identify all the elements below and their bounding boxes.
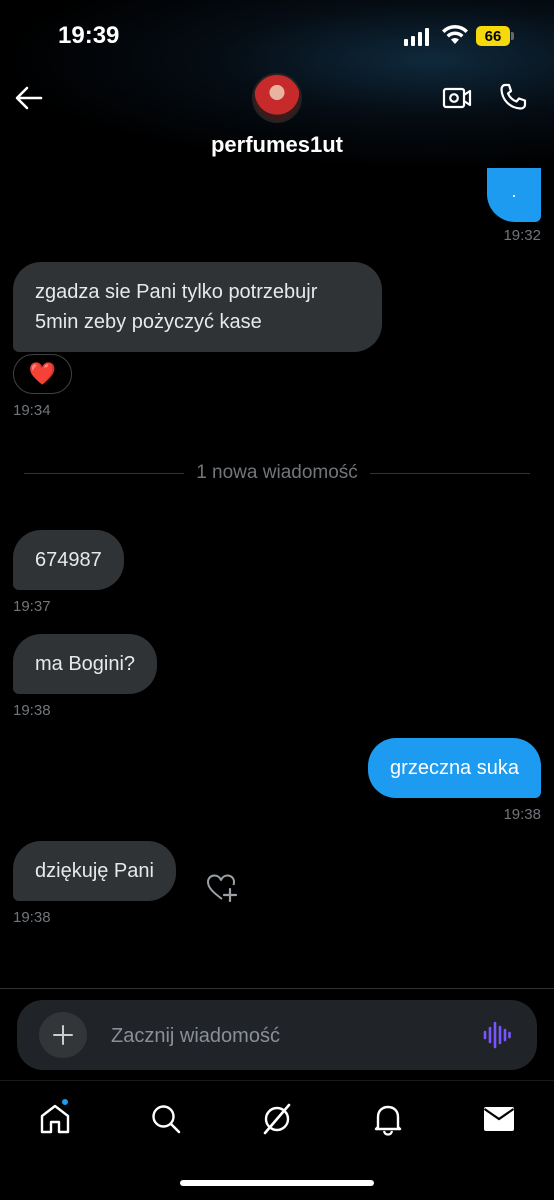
conversation-header: 19:39 66 perfumes1ut [0, 0, 554, 170]
message-bubble-outgoing[interactable]: · [487, 168, 541, 222]
message-composer [17, 1000, 537, 1070]
new-messages-label: 1 nowa wiadomość [196, 462, 358, 483]
message-text: dziękuję Pani [35, 860, 154, 882]
heart-emoji: ❤️ [28, 361, 57, 386]
message-timestamp: 19:38 [13, 909, 51, 926]
nav-notifications[interactable] [368, 1099, 408, 1139]
message-text: grzeczna suka [390, 757, 519, 779]
cellular-signal-icon [404, 28, 429, 46]
grok-icon [263, 1103, 291, 1135]
message-timestamp: 19:37 [13, 598, 51, 615]
message-text: · [511, 185, 517, 205]
message-timestamp: 19:38 [503, 806, 541, 823]
nav-grok[interactable] [257, 1099, 297, 1139]
message-bubble-incoming[interactable]: dziękuję Pani [13, 841, 176, 901]
status-bar: 19:39 66 [0, 0, 554, 72]
new-messages-divider: 1 nowa wiadomość [24, 462, 530, 484]
voice-wave-icon[interactable] [483, 1020, 511, 1050]
battery-icon: 66 [476, 26, 514, 46]
add-attachment-button[interactable] [39, 1012, 87, 1058]
search-icon [152, 1105, 181, 1134]
message-text: 674987 [35, 549, 102, 571]
bell-icon [374, 1105, 402, 1136]
home-indicator[interactable] [180, 1180, 374, 1186]
wifi-icon [442, 24, 468, 44]
notification-dot [60, 1097, 70, 1107]
conversation-username[interactable]: perfumes1ut [0, 132, 554, 158]
message-bubble-incoming[interactable]: zgadza sie Pani tylko potrzebujr 5min ze… [13, 262, 382, 352]
message-timestamp: 19:32 [503, 227, 541, 244]
avatar[interactable] [252, 73, 302, 123]
heart-plus-icon[interactable] [206, 873, 238, 903]
mail-icon [483, 1107, 515, 1131]
plus-icon [53, 1025, 73, 1045]
message-bubble-outgoing[interactable]: grzeczna suka [368, 738, 541, 798]
home-icon [40, 1104, 70, 1134]
nav-search[interactable] [146, 1099, 186, 1139]
reaction-heart[interactable]: ❤️ [13, 354, 72, 394]
phone-icon[interactable] [498, 82, 528, 112]
message-text: ma Bogini? [35, 653, 136, 675]
status-time: 19:39 [58, 22, 120, 49]
message-timestamp: 19:38 [13, 702, 51, 719]
video-icon[interactable] [442, 84, 472, 112]
message-input[interactable] [111, 1022, 451, 1050]
nav-messages[interactable] [479, 1099, 519, 1139]
message-bubble-incoming[interactable]: 674987 [13, 530, 124, 590]
message-text: zgadza sie Pani tylko potrzebujr 5min ze… [35, 281, 318, 333]
battery-level: 66 [476, 26, 510, 46]
back-arrow-icon[interactable] [14, 84, 44, 112]
message-timestamp: 19:34 [13, 402, 51, 419]
message-bubble-incoming[interactable]: ma Bogini? [13, 634, 158, 694]
composer-divider [0, 988, 554, 989]
nav-home[interactable] [35, 1097, 75, 1139]
